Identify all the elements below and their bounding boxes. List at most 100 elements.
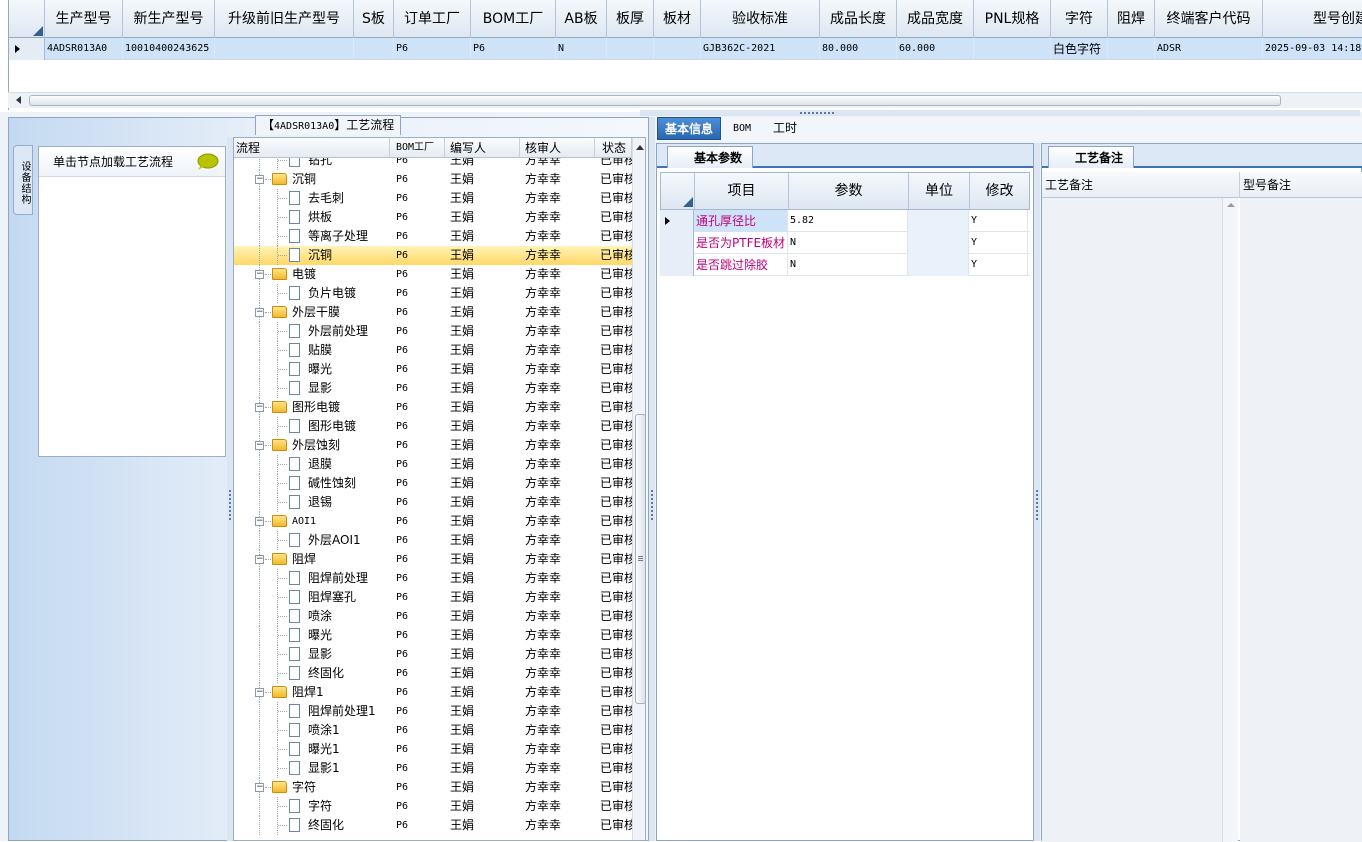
- cell[interactable]: [215, 38, 354, 60]
- param-cell-item[interactable]: 是否为PTFE板材: [694, 232, 788, 254]
- tree-row[interactable]: 等离子处理 P6 王娟 方幸幸 已审核: [234, 227, 632, 246]
- tree-row[interactable]: − 阻焊1 P6 王娟 方幸幸 已审核: [234, 683, 632, 702]
- collapse-icon[interactable]: −: [255, 688, 264, 697]
- cell[interactable]: 80.000: [820, 38, 897, 60]
- tree-row[interactable]: 终固化 P6 王娟 方幸幸 已审核: [234, 816, 632, 835]
- model-notes-text[interactable]: [1240, 198, 1362, 842]
- grid-corner[interactable]: [9, 0, 45, 38]
- param-cell-value[interactable]: N: [788, 254, 908, 276]
- cell[interactable]: 10010400243625: [123, 38, 215, 60]
- cell[interactable]: [354, 38, 394, 60]
- tree-row[interactable]: 退膜 P6 王娟 方幸幸 已审核: [234, 455, 632, 474]
- scroll-up-icon[interactable]: [636, 145, 644, 150]
- col-header[interactable]: 编写人: [445, 138, 520, 158]
- col-header[interactable]: 单位: [909, 173, 970, 209]
- scroll-left-icon[interactable]: [16, 96, 21, 104]
- vertical-scrollbar[interactable]: [632, 138, 645, 840]
- cell[interactable]: [974, 38, 1051, 60]
- tree-row[interactable]: 显影 P6 王娟 方幸幸 已审核: [234, 379, 632, 398]
- col-header[interactable]: S板: [354, 0, 394, 38]
- param-row[interactable]: 是否跳过除胶 N Y: [660, 254, 1030, 276]
- tree-row[interactable]: 贴膜 P6 王娟 方幸幸 已审核: [234, 341, 632, 360]
- collapse-icon[interactable]: −: [255, 441, 264, 450]
- param-row[interactable]: 通孔厚径比 5.82 Y: [660, 210, 1030, 232]
- col-header[interactable]: 阻焊: [1108, 0, 1155, 38]
- col-header[interactable]: 型号备注: [1240, 172, 1362, 198]
- tree-row[interactable]: 显影 P6 王娟 方幸幸 已审核: [234, 645, 632, 664]
- param-row[interactable]: 是否为PTFE板材 N Y: [660, 232, 1030, 254]
- col-header[interactable]: 板厚: [607, 0, 654, 38]
- col-header[interactable]: 型号创建: [1263, 0, 1362, 38]
- tree-row[interactable]: − 电镀 P6 王娟 方幸幸 已审核: [234, 265, 632, 284]
- col-header[interactable]: 验收标准: [701, 0, 820, 38]
- tree-row[interactable]: 字符 P6 王娟 方幸幸 已审核: [234, 797, 632, 816]
- tree-row[interactable]: 退锡 P6 王娟 方幸幸 已审核: [234, 493, 632, 512]
- tree-row[interactable]: 外层AOI1 P6 王娟 方幸幸 已审核: [234, 531, 632, 550]
- vertical-scrollbar[interactable]: [1222, 198, 1238, 842]
- tree-row[interactable]: 阻焊塞孔 P6 王娟 方幸幸 已审核: [234, 588, 632, 607]
- tree-row[interactable]: − 图形电镀 P6 王娟 方幸幸 已审核: [234, 398, 632, 417]
- tree-row[interactable]: 阻焊前处理 P6 王娟 方幸幸 已审核: [234, 569, 632, 588]
- param-cell-edit[interactable]: Y: [969, 210, 1028, 232]
- tree-row[interactable]: − 沉铜 P6 王娟 方幸幸 已审核: [234, 170, 632, 189]
- cell[interactable]: [607, 38, 654, 60]
- param-cell-unit[interactable]: [908, 254, 969, 276]
- scroll-up-icon[interactable]: [1227, 203, 1235, 207]
- collapse-icon[interactable]: −: [255, 517, 264, 526]
- cell[interactable]: P6: [471, 38, 556, 60]
- tree-row[interactable]: − 外层蚀刻 P6 王娟 方幸幸 已审核: [234, 436, 632, 455]
- col-header[interactable]: PNL规格: [974, 0, 1051, 38]
- tree-row[interactable]: 烘板 P6 王娟 方幸幸 已审核: [234, 208, 632, 227]
- param-cell-value[interactable]: N: [788, 232, 908, 254]
- tree-row[interactable]: − AOI1 P6 王娟 方幸幸 已审核: [234, 512, 632, 531]
- tab-process-notes[interactable]: 工艺备注: [1048, 146, 1135, 168]
- tree-row[interactable]: 喷涂 P6 王娟 方幸幸 已审核: [234, 607, 632, 626]
- scroll-thumb[interactable]: [635, 414, 645, 704]
- param-cell-edit[interactable]: Y: [969, 254, 1028, 276]
- collapse-icon[interactable]: −: [255, 270, 264, 279]
- tree-row[interactable]: 图形电镀 P6 王娟 方幸幸 已审核: [234, 417, 632, 436]
- tab-work-hours[interactable]: 工时: [766, 117, 804, 140]
- param-cell-unit[interactable]: [908, 232, 969, 254]
- row-indicator[interactable]: [660, 210, 694, 232]
- middle-splitter[interactable]: [649, 117, 655, 841]
- tree-row[interactable]: − 字符 P6 王娟 方幸幸 已审核: [234, 778, 632, 797]
- col-header[interactable]: BOM工厂: [390, 138, 445, 158]
- tree-row[interactable]: 负片电镀 P6 王娟 方幸幸 已审核: [234, 284, 632, 303]
- horizontal-splitter[interactable]: [640, 110, 1360, 116]
- tree-row[interactable]: 曝光 P6 王娟 方幸幸 已审核: [234, 626, 632, 645]
- collapse-icon[interactable]: −: [255, 308, 264, 317]
- cell[interactable]: 白色字符: [1051, 38, 1108, 60]
- row-indicator[interactable]: [660, 232, 694, 254]
- col-header[interactable]: 升级前旧生产型号: [215, 0, 354, 38]
- col-header[interactable]: 板材: [654, 0, 701, 38]
- process-flow-tree[interactable]: 流程 BOM工厂 编写人 核审人 状态 钻孔P6王娟方幸幸已审核−沉铜P6王娟方…: [233, 137, 646, 841]
- cell[interactable]: 60.000: [897, 38, 974, 60]
- param-cell-value[interactable]: 5.82: [788, 210, 908, 232]
- col-header[interactable]: 成品长度: [820, 0, 897, 38]
- tree-row[interactable]: 终固化 P6 王娟 方幸幸 已审核: [234, 664, 632, 683]
- col-header[interactable]: 订单工厂: [394, 0, 471, 38]
- tree-row[interactable]: − 外层干膜 P6 王娟 方幸幸 已审核: [234, 303, 632, 322]
- col-header[interactable]: 新生产型号: [123, 0, 215, 38]
- collapse-icon[interactable]: −: [255, 555, 264, 564]
- cell[interactable]: [654, 38, 701, 60]
- collapse-icon[interactable]: −: [255, 783, 264, 792]
- tree-row[interactable]: 曝光1 P6 王娟 方幸幸 已审核: [234, 740, 632, 759]
- col-header[interactable]: 成品宽度: [897, 0, 974, 38]
- collapse-icon[interactable]: −: [255, 175, 264, 184]
- cell[interactable]: GJB362C-2021: [701, 38, 820, 60]
- tree-row[interactable]: 沉铜 P6 王娟 方幸幸 已审核: [234, 246, 632, 265]
- cell[interactable]: P6: [394, 38, 471, 60]
- tree-row[interactable]: 曝光 P6 王娟 方幸幸 已审核: [234, 360, 632, 379]
- param-cell-unit[interactable]: [908, 210, 969, 232]
- col-header[interactable]: AB板: [556, 0, 607, 38]
- tab-equipment-structure[interactable]: 设备结构: [13, 145, 33, 215]
- col-header[interactable]: 项目: [695, 173, 789, 209]
- col-header[interactable]: 修改: [970, 173, 1029, 209]
- col-header[interactable]: 流程: [234, 138, 390, 158]
- tree-row[interactable]: 显影1 P6 王娟 方幸幸 已审核: [234, 759, 632, 778]
- tree-row[interactable]: 喷涂1 P6 王娟 方幸幸 已审核: [234, 721, 632, 740]
- row-indicator[interactable]: [9, 38, 45, 60]
- tab-basic-params[interactable]: 基本参数: [667, 146, 754, 168]
